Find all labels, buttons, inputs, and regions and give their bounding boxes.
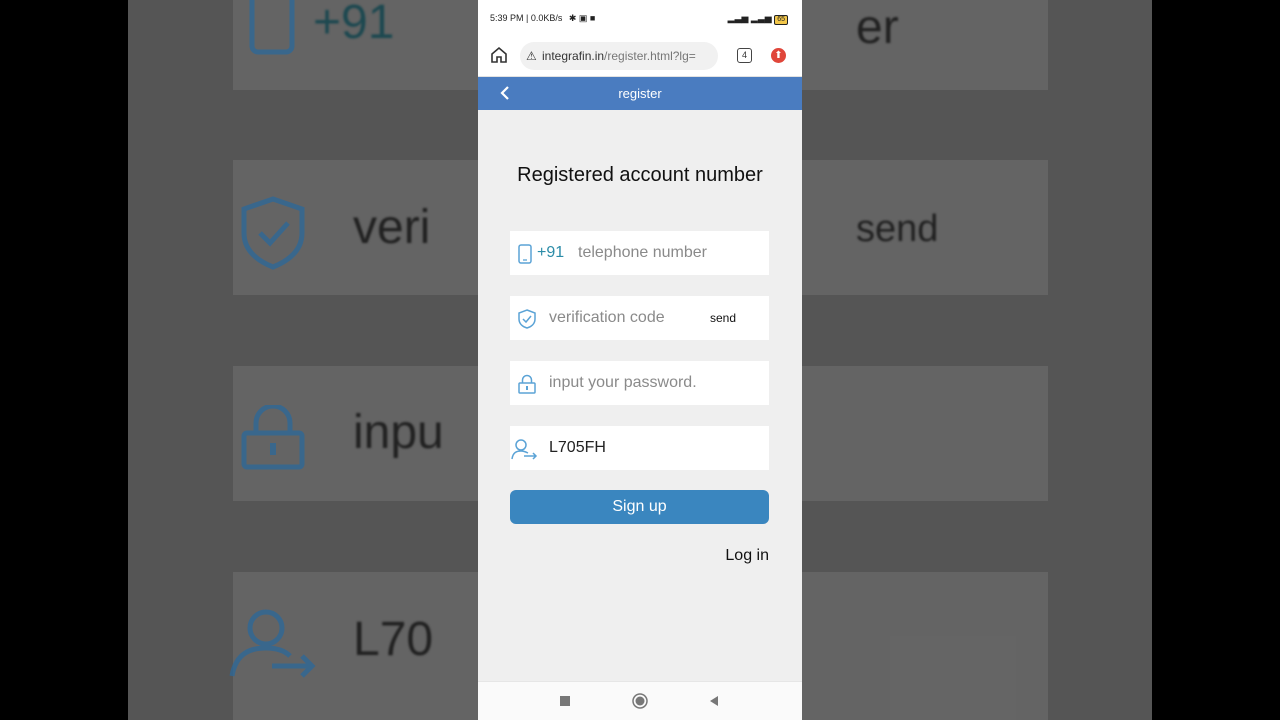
status-right: ▂▃▅ ▂▃▅ 65 (728, 0, 788, 36)
status-icons: ✱ ▣ ■ (568, 13, 596, 23)
back-triangle-icon[interactable] (705, 692, 723, 710)
invite-code-field (510, 426, 769, 470)
phone-field: +91 (510, 231, 769, 275)
phone-screen: 5:39 PM | 0.0KB/s ✱ ▣ ■ ▂▃▅ ▂▃▅ 65 ⚠ inte… (478, 0, 802, 720)
verification-code-input[interactable] (549, 296, 699, 340)
phone-input[interactable] (578, 231, 763, 275)
invite-code-input[interactable] (549, 426, 759, 470)
recents-square-icon[interactable] (556, 692, 574, 710)
user-referral-icon (511, 439, 538, 460)
login-link[interactable]: Log in (725, 547, 769, 565)
password-field (510, 361, 769, 405)
android-nav-bar (478, 681, 802, 720)
signup-button[interactable]: Sign up (510, 490, 769, 524)
battery-level: 65 (777, 16, 785, 23)
send-code-button[interactable]: send (710, 296, 736, 340)
home-circle-icon[interactable] (631, 692, 649, 710)
browser-url-bar: ⚠ integrafin.in/register.html?lg= 4 ⬆ (478, 36, 802, 77)
url-field[interactable]: ⚠ integrafin.in/register.html?lg= (520, 42, 718, 70)
status-time: 5:39 PM | 0.0KB/s (490, 13, 563, 23)
shield-check-icon (518, 309, 536, 329)
tab-count: 4 (741, 50, 747, 60)
verification-field: send (510, 296, 769, 340)
app-header: register (478, 77, 802, 110)
password-input[interactable] (549, 361, 759, 405)
signal-icon: ▂▃▅ ▂▃▅ (727, 13, 775, 23)
home-icon[interactable] (490, 46, 508, 64)
warning-icon: ⚠ (526, 49, 537, 63)
battery-icon: 65 (774, 15, 788, 25)
country-code: +91 (537, 244, 565, 261)
status-bar: 5:39 PM | 0.0KB/s ✱ ▣ ■ ▂▃▅ ▂▃▅ 65 (478, 0, 802, 36)
register-form: Registered account number +91 send (478, 110, 802, 681)
browser-menu-icon[interactable]: ⬆ (771, 48, 786, 63)
form-heading: Registered account number (517, 164, 763, 186)
url-host: integrafin.in (542, 49, 605, 63)
phone-icon (518, 244, 532, 264)
url-text: integrafin.in/register.html?lg= (542, 49, 696, 63)
lock-icon (518, 374, 536, 394)
page-title: register (618, 86, 662, 101)
url-path: /register.html?lg= (604, 49, 696, 63)
tab-switcher-button[interactable]: 4 (737, 48, 752, 63)
